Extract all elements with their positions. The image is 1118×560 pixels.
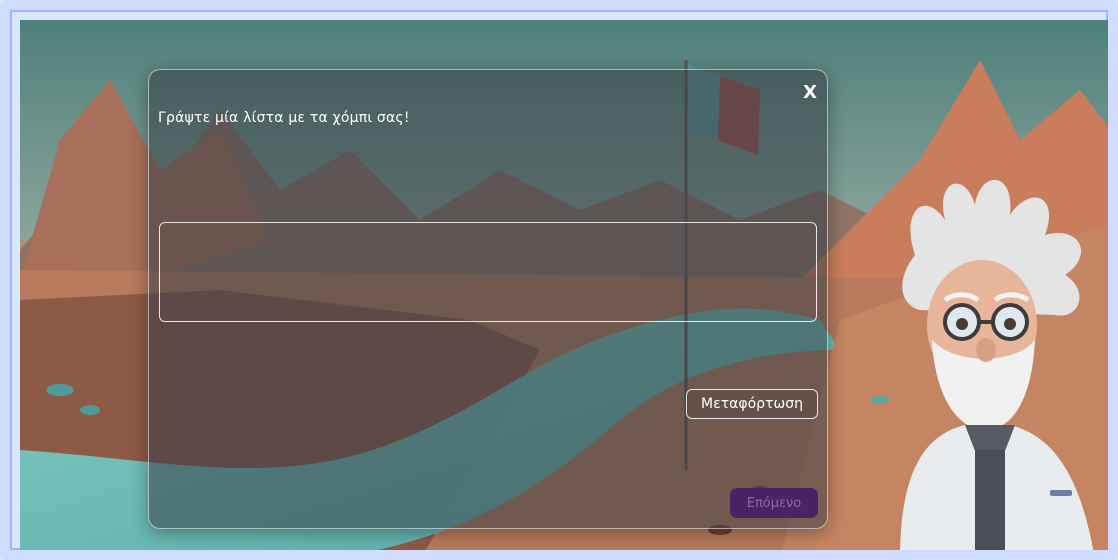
app-frame: Γράψτε μία λίστα με τα χόμπι σας! X Μετα… [0,0,1118,560]
question-dialog: Γράψτε μία λίστα με τα χόμπι σας! X Μετα… [148,69,828,529]
mars-landscape-background: Γράψτε μία λίστα με τα χόμπι σας! X Μετα… [20,20,1108,550]
dialog-question-text: Γράψτε μία λίστα με τα χόμπι σας! [158,110,410,126]
next-button[interactable]: Επόμενο [730,488,818,518]
close-icon[interactable]: X [803,82,817,103]
answer-textarea[interactable] [159,222,817,322]
upload-button[interactable]: Μεταφόρτωση [686,389,818,419]
